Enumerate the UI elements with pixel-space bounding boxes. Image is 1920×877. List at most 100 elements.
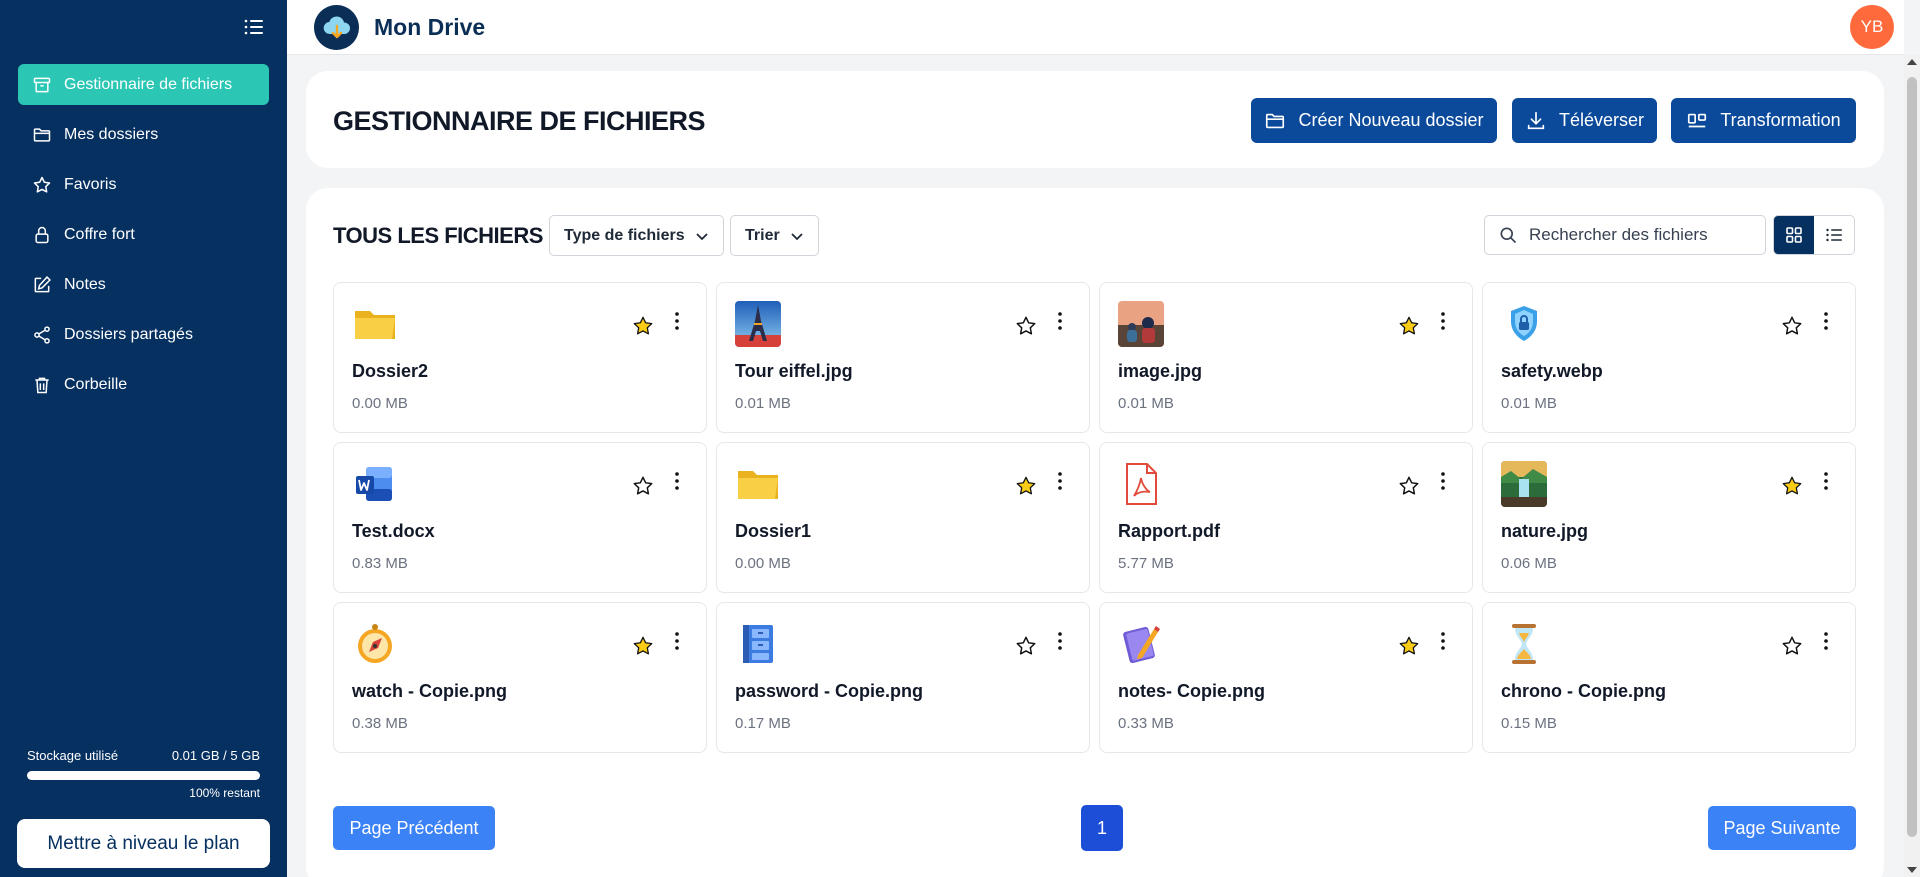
file-grid: Dossier2 0.00 MB Tour eiffel.jpg 0.01 MB ima… xyxy=(333,282,1856,753)
transformation-button[interactable]: Transformation xyxy=(1671,98,1856,143)
sidebar-item-label: Corbeille xyxy=(64,375,128,393)
create-folder-label: Créer Nouveau dossier xyxy=(1298,110,1484,130)
upgrade-plan-button[interactable]: Mettre à niveau le plan xyxy=(17,819,270,868)
list-icon xyxy=(1826,228,1842,242)
file-size: 0.00 MB xyxy=(735,555,791,572)
file-name: notes- Copie.png xyxy=(1118,681,1265,701)
sidebar-nav: Gestionnaire de fichiers Mes dossiers Fa… xyxy=(18,64,269,414)
file-card[interactable]: nature.jpg 0.06 MB xyxy=(1482,442,1856,593)
grid-view-button[interactable] xyxy=(1774,216,1814,254)
more-options-icon[interactable] xyxy=(1057,631,1063,651)
archive-icon xyxy=(32,75,52,95)
file-card[interactable]: watch - Copie.png 0.38 MB xyxy=(333,602,707,753)
list-view-button[interactable] xyxy=(1814,216,1854,254)
file-name: Test.docx xyxy=(352,521,435,541)
search-icon xyxy=(1500,227,1517,244)
sidebar-item-shared-folders[interactable]: Dossiers partagés xyxy=(18,314,269,355)
star-filled-icon[interactable] xyxy=(632,635,654,657)
star-icon[interactable] xyxy=(1781,635,1803,657)
file-card[interactable]: Tour eiffel.jpg 0.01 MB xyxy=(716,282,1090,433)
folder-icon xyxy=(32,125,52,145)
more-options-icon[interactable] xyxy=(1823,471,1829,491)
file-type-dropdown[interactable]: Type de fichiers xyxy=(549,215,724,256)
file-card[interactable]: chrono - Copie.png 0.15 MB xyxy=(1482,602,1856,753)
sidebar-item-label: Notes xyxy=(64,275,106,293)
grid-icon xyxy=(1786,227,1802,243)
more-options-icon[interactable] xyxy=(1823,631,1829,651)
star-filled-icon[interactable] xyxy=(632,315,654,337)
star-icon[interactable] xyxy=(632,475,654,497)
transformation-label: Transformation xyxy=(1720,110,1841,130)
sidebar: Gestionnaire de fichiers Mes dossiers Fa… xyxy=(0,0,287,877)
search-input[interactable] xyxy=(1529,225,1749,245)
sidebar-item-file-manager[interactable]: Gestionnaire de fichiers xyxy=(18,64,269,105)
star-filled-icon[interactable] xyxy=(1015,475,1037,497)
pdf-icon xyxy=(1118,461,1164,507)
star-filled-icon[interactable] xyxy=(1398,635,1420,657)
file-size: 0.01 MB xyxy=(1118,395,1174,412)
star-filled-icon[interactable] xyxy=(1398,315,1420,337)
file-card[interactable]: Test.docx 0.83 MB xyxy=(333,442,707,593)
next-page-button[interactable]: Page Suivante xyxy=(1708,806,1856,850)
file-size: 0.15 MB xyxy=(1501,715,1557,732)
more-options-icon[interactable] xyxy=(1823,311,1829,331)
scroll-down-arrow-icon[interactable] xyxy=(1907,867,1917,873)
file-size: 0.00 MB xyxy=(352,395,408,412)
file-card[interactable]: Dossier1 0.00 MB xyxy=(716,442,1090,593)
more-options-icon[interactable] xyxy=(674,311,680,331)
search-box[interactable] xyxy=(1484,215,1766,255)
star-icon[interactable] xyxy=(1398,475,1420,497)
file-size: 0.01 MB xyxy=(1501,395,1557,412)
edit-icon xyxy=(32,275,52,295)
file-card[interactable]: Dossier2 0.00 MB xyxy=(333,282,707,433)
page-scrollbar[interactable] xyxy=(1904,55,1920,877)
storage-value: 0.01 GB / 5 GB xyxy=(171,748,260,763)
sidebar-toggle-icon[interactable] xyxy=(244,18,264,36)
create-folder-button[interactable]: Créer Nouveau dossier xyxy=(1251,98,1497,143)
file-name: Tour eiffel.jpg xyxy=(735,361,853,381)
star-icon xyxy=(32,175,52,195)
sidebar-item-vault[interactable]: Coffre fort xyxy=(18,214,269,255)
scroll-thumb[interactable] xyxy=(1907,77,1917,837)
file-size: 0.17 MB xyxy=(735,715,791,732)
file-name: Dossier1 xyxy=(735,521,812,541)
chevron-down-icon xyxy=(791,232,803,240)
more-options-icon[interactable] xyxy=(1440,631,1446,651)
folder-icon xyxy=(1266,113,1285,128)
file-name: safety.webp xyxy=(1501,361,1603,381)
more-options-icon[interactable] xyxy=(1440,311,1446,331)
star-icon[interactable] xyxy=(1015,315,1037,337)
top-bar: Mon Drive YB xyxy=(287,0,1904,55)
file-card[interactable]: safety.webp 0.01 MB xyxy=(1482,282,1856,433)
more-options-icon[interactable] xyxy=(1057,471,1063,491)
page-number-button[interactable]: 1 xyxy=(1081,805,1123,851)
file-name: image.jpg xyxy=(1118,361,1203,381)
storage-usage: Stockage utilisé 0.01 GB / 5 GB 100% res… xyxy=(27,748,260,800)
file-card[interactable]: password - Copie.png 0.17 MB xyxy=(716,602,1090,753)
more-options-icon[interactable] xyxy=(1440,471,1446,491)
star-icon[interactable] xyxy=(1015,635,1037,657)
previous-page-button[interactable]: Page Précédent xyxy=(333,806,495,850)
file-name: nature.jpg xyxy=(1501,521,1589,541)
sidebar-item-favorites[interactable]: Favoris xyxy=(18,164,269,205)
upload-button[interactable]: Téléverser xyxy=(1512,98,1657,143)
sidebar-item-label: Favoris xyxy=(64,175,117,193)
lock-icon xyxy=(32,225,52,245)
file-name: Dossier2 xyxy=(352,361,429,381)
more-options-icon[interactable] xyxy=(1057,311,1063,331)
file-size: 0.83 MB xyxy=(352,555,408,572)
file-card[interactable]: Rapport.pdf 5.77 MB xyxy=(1099,442,1473,593)
more-options-icon[interactable] xyxy=(674,631,680,651)
file-card[interactable]: notes- Copie.png 0.33 MB xyxy=(1099,602,1473,753)
avatar[interactable]: YB xyxy=(1850,5,1894,49)
file-card[interactable]: image.jpg 0.01 MB xyxy=(1099,282,1473,433)
more-options-icon[interactable] xyxy=(674,471,680,491)
sidebar-item-trash[interactable]: Corbeille xyxy=(18,364,269,405)
scroll-up-arrow-icon[interactable] xyxy=(1907,59,1917,65)
sidebar-item-notes[interactable]: Notes xyxy=(18,264,269,305)
star-icon[interactable] xyxy=(1781,315,1803,337)
app-title: Mon Drive xyxy=(374,14,486,40)
sort-dropdown[interactable]: Trier xyxy=(730,215,819,256)
sidebar-item-my-folders[interactable]: Mes dossiers xyxy=(18,114,269,155)
star-filled-icon[interactable] xyxy=(1781,475,1803,497)
